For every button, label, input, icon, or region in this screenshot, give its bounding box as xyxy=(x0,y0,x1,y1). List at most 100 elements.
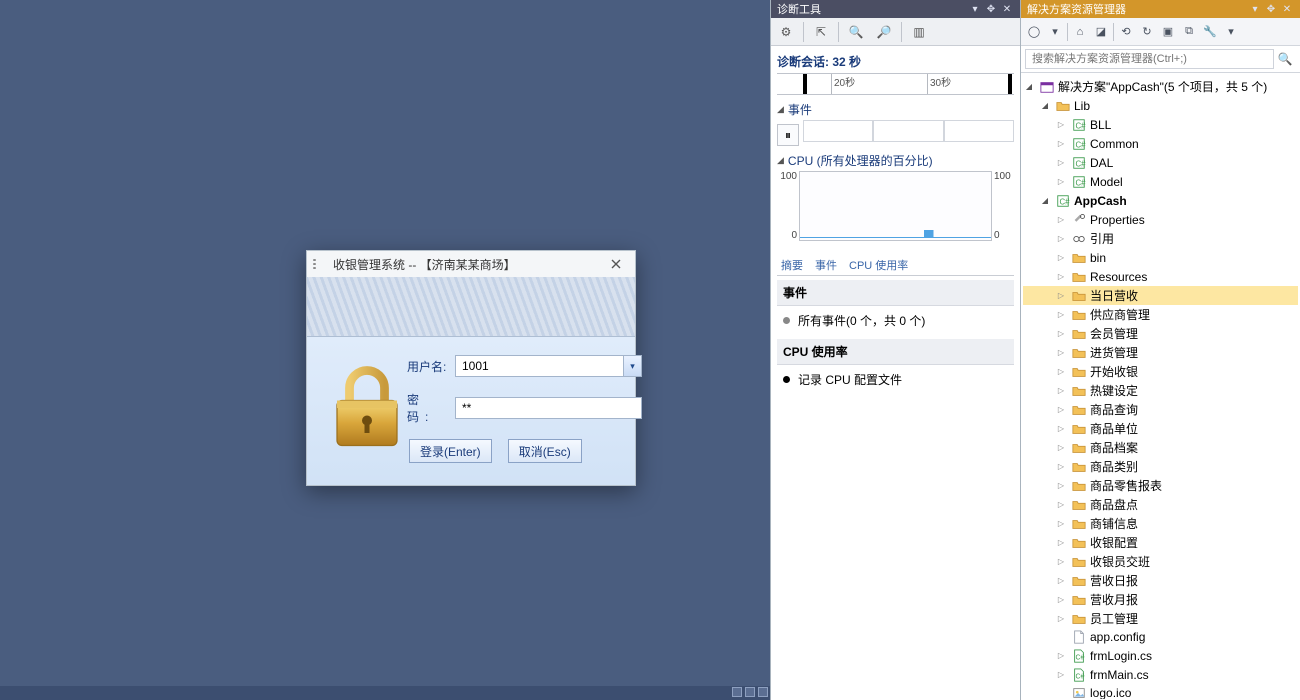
tree-node[interactable]: C#DAL xyxy=(1023,153,1298,172)
timeline-ruler[interactable]: 20秒 30秒 xyxy=(777,73,1014,95)
expand-arrow-icon[interactable] xyxy=(1055,172,1067,191)
dropdown-button[interactable]: ▾ xyxy=(1046,23,1064,41)
tree-node[interactable]: 员工管理 xyxy=(1023,609,1298,628)
solution-root-node[interactable]: 解决方案"AppCash"(5 个项目，共 5 个) xyxy=(1023,77,1298,96)
collapse-all-button[interactable]: ⧉ xyxy=(1180,23,1198,41)
close-icon[interactable]: ✕ xyxy=(1000,2,1014,16)
tree-node[interactable]: C#frmMain.cs xyxy=(1023,665,1298,684)
expand-arrow-icon[interactable] xyxy=(1055,646,1067,665)
tree-node[interactable]: Properties xyxy=(1023,210,1298,229)
search-button[interactable]: 🔍 xyxy=(1274,52,1296,66)
pin-icon[interactable]: ✥ xyxy=(1264,2,1278,16)
expand-arrow-icon[interactable] xyxy=(1055,229,1067,248)
expand-arrow-icon[interactable] xyxy=(1055,324,1067,343)
tree-node[interactable]: 营收日报 xyxy=(1023,571,1298,590)
scope-button[interactable]: ◪ xyxy=(1092,23,1110,41)
cancel-button[interactable]: 取消(Esc) xyxy=(508,439,582,463)
expand-arrow-icon[interactable] xyxy=(1055,210,1067,229)
tree-node[interactable]: 进货管理 xyxy=(1023,343,1298,362)
tree-node[interactable]: logo.ico xyxy=(1023,684,1298,699)
window-handle-icon[interactable] xyxy=(758,687,768,697)
window-handle-icon[interactable] xyxy=(745,687,755,697)
solution-tree[interactable]: 解决方案"AppCash"(5 个项目，共 5 个) LibC#BLLC#Com… xyxy=(1021,73,1300,699)
tree-node[interactable]: 商品档案 xyxy=(1023,438,1298,457)
solution-explorer-header[interactable]: 解决方案资源管理器 ▾ ✥ ✕ xyxy=(1021,0,1300,18)
login-button[interactable]: 登录(Enter) xyxy=(409,439,492,463)
tree-node[interactable]: C#frmLogin.cs xyxy=(1023,646,1298,665)
expand-arrow-icon[interactable] xyxy=(1055,153,1067,172)
expand-arrow-icon[interactable] xyxy=(1055,286,1067,305)
show-all-button[interactable]: ▣ xyxy=(1159,23,1177,41)
tree-node[interactable]: 开始收银 xyxy=(1023,362,1298,381)
pause-button[interactable]: ⏸ xyxy=(777,124,799,146)
expand-arrow-icon[interactable] xyxy=(1055,305,1067,324)
username-combo[interactable]: ▾ xyxy=(455,355,642,377)
expand-arrow-icon[interactable] xyxy=(1055,665,1067,684)
expand-arrow-icon[interactable] xyxy=(1055,343,1067,362)
tree-node[interactable]: 会员管理 xyxy=(1023,324,1298,343)
tree-node[interactable]: Resources xyxy=(1023,267,1298,286)
login-titlebar[interactable]: 收银管理系统 -- 【济南某某商场】 xyxy=(307,251,635,277)
expand-arrow-icon[interactable] xyxy=(1055,438,1067,457)
expand-arrow-icon[interactable] xyxy=(1055,476,1067,495)
tree-node[interactable]: C#BLL xyxy=(1023,115,1298,134)
expand-arrow-icon[interactable] xyxy=(1055,495,1067,514)
expand-arrow-icon[interactable] xyxy=(1055,533,1067,552)
export-button[interactable]: ⇱ xyxy=(810,21,832,43)
cpu-plot-area[interactable] xyxy=(799,171,992,241)
timeline-marker-end[interactable] xyxy=(1008,74,1012,94)
tab-cpu-usage[interactable]: CPU 使用率 xyxy=(849,257,908,273)
tab-events[interactable]: 事件 xyxy=(815,257,837,273)
combo-dropdown-button[interactable]: ▾ xyxy=(623,356,641,376)
diagnostic-panel-header[interactable]: 诊断工具 ▾ ✥ ✕ xyxy=(771,0,1020,18)
tree-node[interactable]: C#Model xyxy=(1023,172,1298,191)
expand-arrow-icon[interactable] xyxy=(1055,609,1067,628)
tree-node[interactable]: C#AppCash xyxy=(1023,191,1298,210)
properties-button[interactable]: 🔧 xyxy=(1201,23,1219,41)
tree-node[interactable]: 商品零售报表 xyxy=(1023,476,1298,495)
expand-arrow-icon[interactable] xyxy=(1055,115,1067,134)
back-button[interactable]: ◯ xyxy=(1025,23,1043,41)
tree-node[interactable]: 商品类别 xyxy=(1023,457,1298,476)
expand-arrow-icon[interactable] xyxy=(1055,362,1067,381)
tree-node[interactable]: 收银配置 xyxy=(1023,533,1298,552)
tree-node[interactable]: C#Common xyxy=(1023,134,1298,153)
expand-arrow-icon[interactable] xyxy=(1055,457,1067,476)
expand-arrow-icon[interactable] xyxy=(1039,191,1051,210)
expand-arrow-icon[interactable] xyxy=(1023,77,1035,96)
expand-arrow-icon[interactable] xyxy=(1055,381,1067,400)
timeline-marker-start[interactable] xyxy=(803,74,807,94)
expand-arrow-icon[interactable] xyxy=(1055,419,1067,438)
collapse-icon[interactable]: ◢ xyxy=(777,155,784,166)
refresh-button[interactable]: ↻ xyxy=(1138,23,1156,41)
tree-node[interactable]: 当日营收 xyxy=(1023,286,1298,305)
close-icon[interactable]: ✕ xyxy=(1280,2,1294,16)
window-dropdown-icon[interactable]: ▾ xyxy=(1248,2,1262,16)
all-events-row[interactable]: 所有事件(0 个，共 0 个) xyxy=(777,306,1014,335)
tree-node[interactable]: bin xyxy=(1023,248,1298,267)
tree-node[interactable]: 热键设定 xyxy=(1023,381,1298,400)
expand-arrow-icon[interactable] xyxy=(1055,552,1067,571)
zoom-out-button[interactable]: 🔎 xyxy=(873,21,895,43)
close-button[interactable] xyxy=(603,255,629,273)
pin-icon[interactable]: ✥ xyxy=(984,2,998,16)
tree-node[interactable]: 商品单位 xyxy=(1023,419,1298,438)
expand-arrow-icon[interactable] xyxy=(1055,400,1067,419)
record-cpu-row[interactable]: 记录 CPU 配置文件 xyxy=(777,365,1014,394)
expand-arrow-icon[interactable] xyxy=(1039,96,1051,115)
tree-node[interactable]: 营收月报 xyxy=(1023,590,1298,609)
expand-arrow-icon[interactable] xyxy=(1055,134,1067,153)
window-handle-icon[interactable] xyxy=(732,687,742,697)
expand-arrow-icon[interactable] xyxy=(1055,590,1067,609)
solution-search-input[interactable] xyxy=(1025,49,1274,69)
expand-arrow-icon[interactable] xyxy=(1055,571,1067,590)
tree-node[interactable]: 供应商管理 xyxy=(1023,305,1298,324)
window-dropdown-icon[interactable]: ▾ xyxy=(968,2,982,16)
expand-arrow-icon[interactable] xyxy=(1055,267,1067,286)
tree-node[interactable]: 商铺信息 xyxy=(1023,514,1298,533)
home-button[interactable]: ⌂ xyxy=(1071,23,1089,41)
expand-arrow-icon[interactable] xyxy=(1055,514,1067,533)
settings-button[interactable]: ⚙ xyxy=(775,21,797,43)
tree-node[interactable]: 商品盘点 xyxy=(1023,495,1298,514)
sync-button[interactable]: ⟲ xyxy=(1117,23,1135,41)
